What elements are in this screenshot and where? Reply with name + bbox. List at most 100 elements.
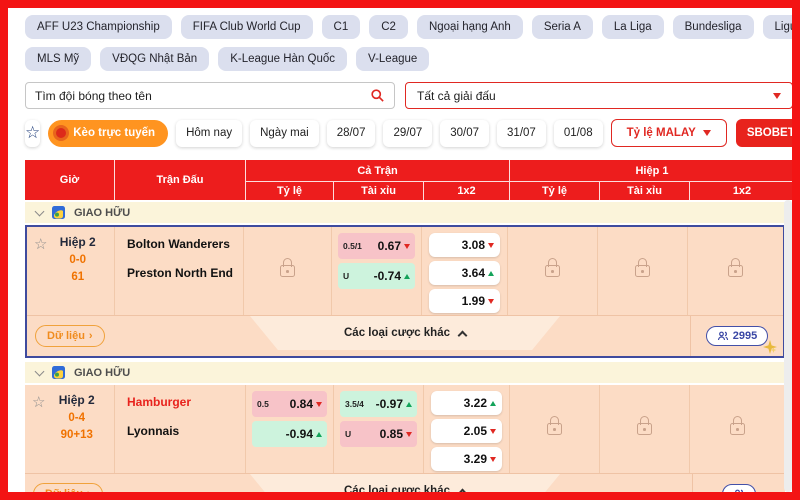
teams-cell: Hamburger Lyonnais	[115, 385, 246, 473]
half-over-under-cell	[600, 385, 690, 473]
search-input[interactable]	[35, 89, 370, 103]
match-minute: 61	[47, 271, 108, 283]
match-score: 0-4	[45, 412, 108, 424]
section-header-friendly[interactable]: GIAO HỮU	[25, 362, 785, 383]
odds-cell[interactable]: -0.94	[252, 421, 327, 447]
header-match: Trận Đấu	[115, 160, 246, 200]
league-chip[interactable]: La Liga	[602, 15, 664, 39]
time-cell: ☆ Hiệp 2 0-0 61	[27, 227, 115, 315]
home-team: Hamburger	[127, 395, 245, 409]
more-bets-expander[interactable]: Các loại cược khác	[250, 474, 560, 492]
match-period: Hiệp 2	[45, 393, 108, 407]
league-chip[interactable]: FIFA Club World Cup	[181, 15, 313, 39]
trend-up-icon	[488, 271, 494, 276]
live-dot-icon	[56, 128, 66, 138]
lock-icon	[635, 265, 650, 277]
full-handicap-cell: 0.5 0.84 -0.94	[246, 385, 334, 473]
more-bets-expander[interactable]: Các loại cược khác	[250, 316, 560, 350]
league-chip[interactable]: Seria A	[532, 15, 593, 39]
viewers-count: 2995	[733, 330, 757, 342]
lock-icon	[547, 423, 562, 435]
team-search	[25, 82, 395, 109]
today-button[interactable]: Hôm nay	[176, 120, 242, 147]
tournament-select[interactable]: Tất cả giải đấu	[405, 82, 792, 109]
odds-cell[interactable]: 3.29	[431, 447, 502, 471]
section-label: GIAO HỮU	[74, 207, 130, 219]
header-handicap-h1: Tỷ lệ	[510, 182, 600, 200]
odds-cell[interactable]: U -0.74	[338, 263, 415, 289]
half-1x2-cell	[690, 385, 785, 473]
odds-cell[interactable]: 2.05	[431, 419, 502, 443]
date-button[interactable]: 30/07	[440, 120, 489, 147]
competition-icon	[52, 366, 65, 379]
odds-cell[interactable]: 3.22	[431, 391, 502, 415]
match-footer: Dữ liệu › Các loại cược khác	[25, 473, 785, 492]
date-button[interactable]: 29/07	[383, 120, 432, 147]
trend-down-icon	[490, 429, 496, 434]
more-bets-label: Các loại cược khác	[344, 327, 450, 339]
odds-cell[interactable]: 3.64	[429, 261, 500, 285]
away-team: Lyonnais	[127, 424, 245, 438]
header-handicap: Tỷ lệ	[246, 182, 334, 200]
odds-value: -0.97	[376, 397, 403, 411]
teams-cell: Bolton Wanderers Preston North End	[115, 227, 244, 315]
viewers-zone	[692, 474, 785, 492]
time-info: Hiệp 2 0-0 61	[47, 235, 114, 315]
scrollbar[interactable]	[784, 200, 792, 492]
league-chip[interactable]: C1	[322, 15, 361, 39]
league-chip[interactable]: V-League	[356, 47, 429, 71]
section-header-friendly[interactable]: GIAO HỮU	[25, 202, 785, 223]
date-button[interactable]: 28/07	[327, 120, 376, 147]
trend-up-icon	[490, 401, 496, 406]
trend-down-icon	[316, 402, 322, 407]
tomorrow-button[interactable]: Ngày mai	[250, 120, 319, 147]
chevron-down-icon	[35, 366, 45, 376]
search-row: Tất cả giải đấu	[25, 82, 792, 109]
full-1x2-cell: 3.22 2.05 3.29	[424, 385, 510, 473]
odds-cell[interactable]: U 0.85	[340, 421, 417, 447]
league-chip[interactable]: AFF U23 Championship	[25, 15, 172, 39]
league-chip[interactable]: MLS Mỹ	[25, 47, 91, 71]
date-button[interactable]: 01/08	[554, 120, 603, 147]
filter-bar: ☆ Kèo trực tuyến Hôm nay Ngày mai 28/07 …	[25, 119, 792, 147]
data-button[interactable]: Dữ liệu ›	[35, 325, 105, 347]
section-label: GIAO HỮU	[74, 367, 130, 379]
odds-line: U	[343, 271, 349, 281]
favorite-star-icon[interactable]: ☆	[25, 393, 45, 473]
live-odds-label: Kèo trực tuyến	[73, 127, 155, 139]
league-chip[interactable]: Ngoại hạng Anh	[417, 15, 523, 39]
odds-value: 3.08	[462, 238, 485, 252]
chevron-up-icon	[458, 488, 468, 492]
live-odds-button[interactable]: Kèo trực tuyến	[48, 120, 168, 147]
league-chip[interactable]: C2	[369, 15, 408, 39]
league-chip[interactable]: K-League Hàn Quốc	[218, 47, 347, 71]
odds-type-dropdown[interactable]: Tỷ lệ MALAY	[611, 119, 727, 147]
header-full-time: Cả Trận	[246, 160, 510, 182]
favorites-button[interactable]: ☆	[25, 120, 40, 147]
bookmaker-dropdown[interactable]: SBOBET	[736, 119, 792, 147]
away-team: Preston North End	[127, 266, 243, 280]
half-1x2-cell	[688, 227, 783, 315]
match-score: 0-0	[47, 254, 108, 266]
search-icon[interactable]	[370, 88, 385, 103]
odds-cell[interactable]: 0.5 0.84	[252, 391, 327, 417]
header-first-half: Hiệp 1	[510, 160, 792, 182]
league-chip[interactable]: VĐQG Nhật Bản	[100, 47, 209, 71]
favorite-star-icon[interactable]: ☆	[27, 235, 47, 315]
odds-value: 0.84	[290, 397, 313, 411]
odds-cell[interactable]: 3.5/4 -0.97	[340, 391, 417, 417]
odds-cell[interactable]: 0.5/1 0.67	[338, 233, 415, 259]
data-button[interactable]: Dữ liệu ›	[33, 483, 103, 492]
odds-value: 1.99	[462, 294, 485, 308]
header-time: Giờ	[25, 160, 115, 200]
odds-cell[interactable]: 1.99	[429, 289, 500, 313]
date-button[interactable]: 31/07	[497, 120, 546, 147]
odds-value: 3.29	[464, 452, 487, 466]
league-chip[interactable]: Bundesliga	[673, 15, 754, 39]
chevron-up-icon	[458, 330, 468, 340]
lock-icon	[730, 423, 745, 435]
trend-down-icon	[406, 432, 412, 437]
league-chip[interactable]: Ligue 1	[763, 15, 792, 39]
odds-cell[interactable]: 3.08	[429, 233, 500, 257]
page-frame: AFF U23 Championship FIFA Club World Cup…	[0, 0, 800, 500]
